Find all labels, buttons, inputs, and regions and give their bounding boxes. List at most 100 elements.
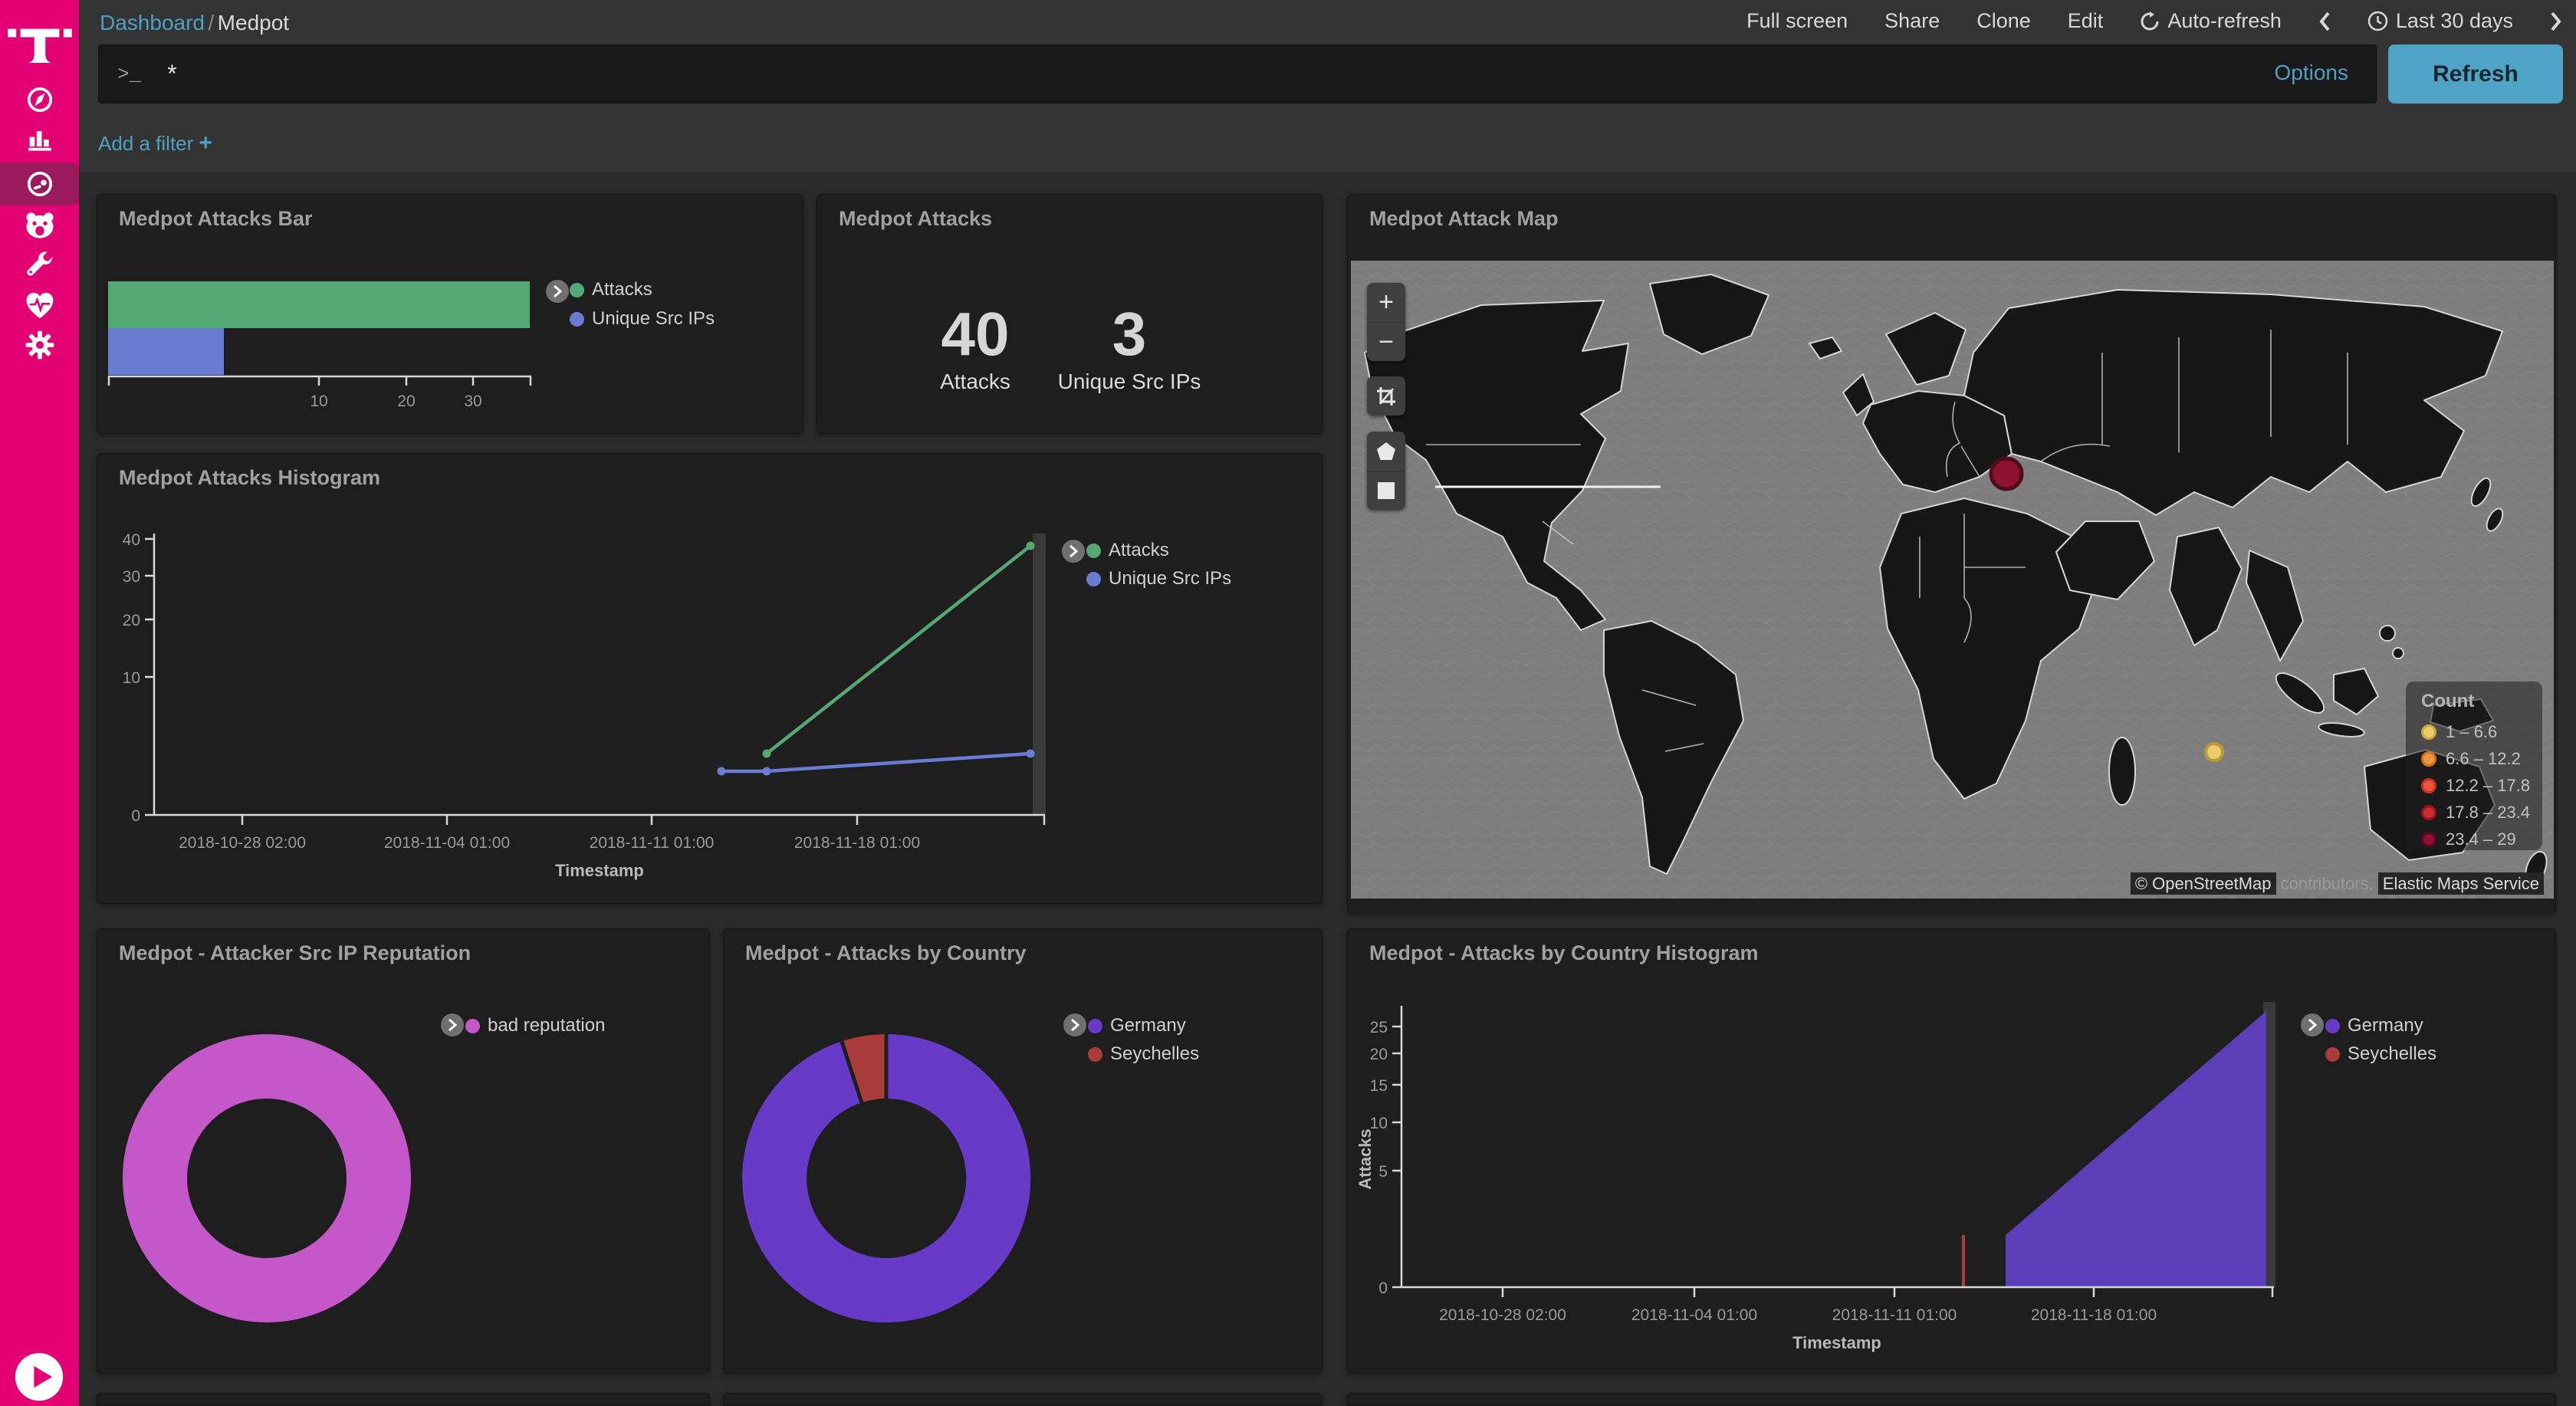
time-range-picker[interactable]: Last 30 days	[2367, 9, 2513, 33]
chevron-right-icon	[1068, 544, 1079, 558]
legend-label: Unique Src IPs	[592, 308, 715, 330]
clock-icon	[2367, 11, 2388, 31]
legend-dot-attacks	[1086, 544, 1101, 558]
draw-rectangle-button[interactable]	[1367, 471, 1405, 510]
metric-value: 40	[891, 299, 1060, 370]
sidebar-item-dashboard[interactable]	[0, 163, 79, 205]
sidebar-item-settings[interactable]	[0, 324, 79, 366]
query-input[interactable]: >_ * Options	[98, 44, 2377, 103]
map-point-seychelles[interactable]	[2206, 744, 2223, 760]
metric-label: Attacks	[891, 370, 1060, 394]
full-screen-button[interactable]: Full screen	[1746, 9, 1848, 33]
donut-slice-bad-reputation[interactable]	[155, 1066, 379, 1290]
header: Dashboard / Medpot Full screen Share Clo…	[79, 0, 2576, 172]
bucket-dot-2	[2421, 751, 2436, 767]
donut-slice-seychelles[interactable]	[852, 1066, 886, 1072]
draw-polygon-button[interactable]	[1367, 432, 1405, 471]
time-forward-chevron-icon[interactable]	[2550, 11, 2562, 32]
legend-expand-button[interactable]	[1062, 540, 1085, 563]
bucket-dot-4	[2421, 805, 2436, 820]
svg-text:15: 15	[1370, 1077, 1388, 1095]
svg-text:20: 20	[397, 393, 415, 410]
zoom-in-button[interactable]: +	[1367, 283, 1405, 322]
edit-button[interactable]: Edit	[2068, 9, 2104, 33]
fit-bounds-button[interactable]	[1367, 376, 1405, 416]
metric-attacks: 40 Attacks	[891, 299, 1060, 394]
bucket-dot-5	[2421, 832, 2436, 847]
legend-dot-unique-src-ips	[570, 312, 584, 327]
map-point-germany[interactable]	[1991, 458, 2022, 489]
chevron-right-icon	[1070, 1018, 1080, 1032]
gauge-icon	[25, 169, 55, 199]
map-count-legend: Count 1 – 6.6 6.6 – 12.2 12.2 – 17.8 17.…	[2406, 682, 2542, 850]
donut-chart[interactable]	[724, 929, 1323, 1375]
sidebar-item-tools[interactable]	[0, 244, 79, 287]
svg-text:40: 40	[123, 531, 140, 549]
sidebar-play-button[interactable]	[13, 1351, 65, 1406]
sidebar-item-discover[interactable]	[0, 78, 79, 121]
metric-value: 3	[1045, 299, 1214, 370]
svg-text:2018-11-11 01:00: 2018-11-11 01:00	[590, 834, 715, 852]
svg-text:2018-10-28 02:00: 2018-10-28 02:00	[179, 834, 306, 852]
area-chart[interactable]: 25 20 15 10 5 0 2018-10-28 02:00 2018-11…	[1348, 929, 2557, 1375]
line-chart[interactable]: 40 30 20 10 0 2018-10-28 02:00 2018-11-0…	[97, 454, 1323, 905]
donut-chart[interactable]	[97, 929, 711, 1375]
refresh-button[interactable]: Refresh	[2388, 44, 2563, 103]
legend-dot-seychelles	[2325, 1047, 2340, 1062]
svg-text:2018-11-18 01:00: 2018-11-18 01:00	[2031, 1306, 2157, 1324]
legend-expand-button[interactable]	[546, 280, 569, 303]
svg-text:Timestamp: Timestamp	[1792, 1333, 1881, 1352]
medpot-dashboard: Dashboard / Medpot Full screen Share Clo…	[0, 0, 2576, 1406]
legend-dot-seychelles	[1088, 1047, 1102, 1062]
legend-item-attacks[interactable]: Attacks	[1086, 540, 1169, 561]
panel-reputation-donut: Medpot - Attacker Src IP Reputation bad …	[97, 928, 710, 1374]
panel-attack-map: Medpot Attack Map	[1347, 194, 2556, 914]
panel-attacks-histogram: Medpot Attacks Histogram 40 30 20 10 0 2…	[97, 453, 1322, 904]
add-filter-link[interactable]: Add a filter +	[98, 130, 212, 156]
legend-label: Seychelles	[2348, 1043, 2436, 1065]
world-map[interactable]	[1351, 261, 2554, 898]
legend-item-seychelles[interactable]: Seychelles	[2325, 1043, 2436, 1065]
legend-item-unique-src-ips[interactable]: Unique Src IPs	[1086, 568, 1231, 590]
heartbeat-icon	[24, 290, 56, 320]
legend-item-attacks[interactable]: Attacks	[570, 279, 652, 301]
legend-item-unique-src-ips[interactable]: Unique Src IPs	[570, 308, 715, 330]
legend-label: Attacks	[592, 279, 652, 301]
telekom-logo[interactable]	[3, 11, 77, 71]
auto-refresh-label: Auto-refresh	[2167, 9, 2282, 33]
query-value[interactable]: *	[167, 60, 176, 88]
ems-link[interactable]: Elastic Maps Service	[2378, 872, 2544, 895]
legend-label: Attacks	[1109, 540, 1169, 561]
svg-text:2018-11-18 01:00: 2018-11-18 01:00	[794, 834, 920, 852]
svg-text:0: 0	[1378, 1280, 1388, 1297]
polygon-icon	[1376, 442, 1396, 462]
panel-attacks-bar: Medpot Attacks Bar 10 20 30 Attacks Uniq…	[97, 194, 803, 434]
breadcrumb-dashboard-link[interactable]: Dashboard	[100, 11, 205, 34]
legend-item-germany[interactable]: Germany	[2325, 1015, 2423, 1036]
legend-expand-button[interactable]	[1063, 1013, 1086, 1036]
svg-text:Timestamp: Timestamp	[555, 861, 644, 880]
clone-button[interactable]: Clone	[1976, 9, 2031, 33]
plus-icon: +	[199, 130, 213, 156]
legend-expand-button[interactable]	[441, 1013, 464, 1036]
panel-next-row-1	[97, 1393, 710, 1406]
query-options-link[interactable]: Options	[2275, 61, 2349, 85]
sidebar-item-visualize[interactable]	[0, 118, 79, 161]
compass-icon	[25, 84, 55, 115]
legend-expand-button[interactable]	[2301, 1013, 2324, 1036]
osm-link[interactable]: © OpenStreetMap	[2131, 872, 2276, 895]
zoom-out-button[interactable]: −	[1367, 322, 1405, 361]
panel-attacks-metric: Medpot Attacks 40 Attacks 3 Unique Src I…	[816, 194, 1322, 434]
auto-refresh-button[interactable]: Auto-refresh	[2140, 9, 2282, 33]
legend-item-bad-reputation[interactable]: bad reputation	[465, 1015, 605, 1036]
sidebar-item-health[interactable]	[0, 284, 79, 327]
legend-item-germany[interactable]: Germany	[1088, 1015, 1186, 1036]
legend-dot-germany	[2325, 1019, 2340, 1033]
legend-item-seychelles[interactable]: Seychelles	[1088, 1043, 1199, 1065]
time-back-chevron-icon[interactable]	[2318, 11, 2331, 32]
svg-text:0: 0	[131, 807, 140, 825]
metric-label: Unique Src IPs	[1045, 370, 1214, 394]
share-button[interactable]: Share	[1884, 9, 1940, 33]
donut-slice-germany[interactable]	[774, 1066, 998, 1290]
sidebar-item-honeypot[interactable]	[0, 204, 79, 247]
